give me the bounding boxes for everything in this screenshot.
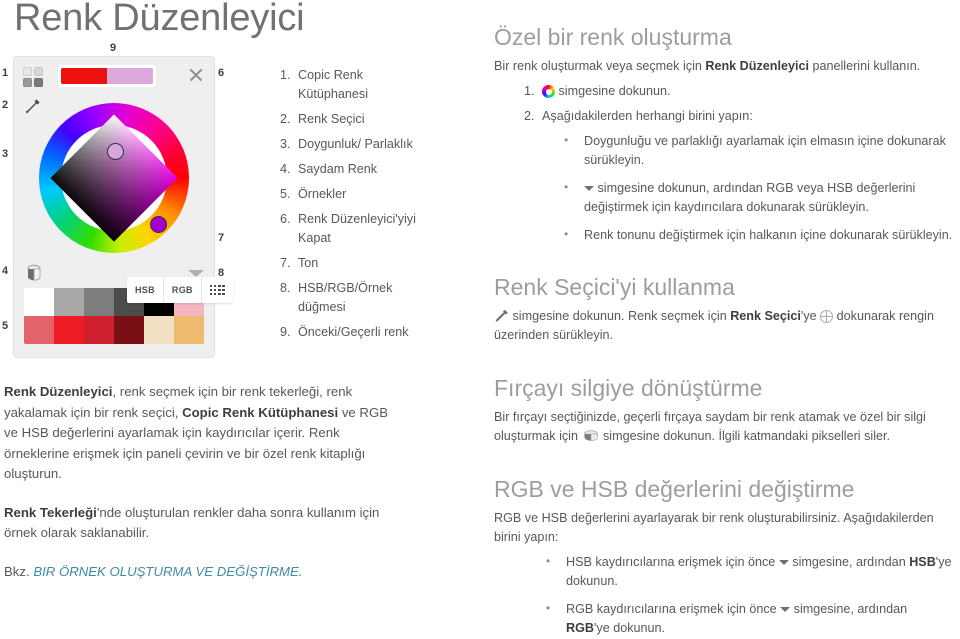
section4-intro: RGB ve HSB değerlerini ayarlayarak bir r…: [494, 511, 934, 544]
document-page: Renk Düzenleyici 1 2 3 4 5 6 7 8 9 HSB R…: [0, 0, 960, 639]
section-title-brush-to-eraser: Fırçayı silgiye dönüştürme: [494, 375, 763, 401]
step-1: simgesine dokunun.: [524, 82, 954, 101]
left-column: 1 2 3 4 5 6 7 8 9 HSB RGB Copic Renk Küt…: [0, 0, 470, 639]
eraser-icon: [582, 429, 600, 442]
swatch[interactable]: [54, 288, 84, 316]
rgb-button[interactable]: RGB: [162, 277, 201, 303]
legend-item-5: Örnekler: [280, 185, 347, 204]
step-2: Aşağıdakilerden herhangi birini yapın: D…: [524, 107, 954, 245]
option-hsb-sliders: HSB kaydırıcılarına erişmek için önce si…: [546, 552, 954, 591]
legend-item-9: Önceki/Geçerli renk: [280, 323, 409, 342]
rgb-hsb-options: HSB kaydırıcılarına erişmek için önce si…: [494, 552, 954, 639]
callout-2: 2: [2, 99, 9, 111]
legend-item-2: Renk Seçici: [280, 110, 365, 129]
option-hue-ring: Renk tonunu değiştirmek için halkanın iç…: [564, 225, 954, 245]
swatch[interactable]: [114, 316, 144, 344]
option-diamond-drag: Doygunluğu ve parlaklığı ayarlamak için …: [564, 131, 954, 170]
option-sliders: simgesine dokunun, ardından RGB veya HSB…: [564, 178, 954, 217]
hue-marker[interactable]: [150, 216, 167, 233]
section-title-rgb-hsb: RGB ve HSB değerlerini değiştirme: [494, 476, 855, 502]
legend-item-6: Renk Düzenleyici'yiyi Kapat: [280, 210, 416, 245]
transparent-color-icon[interactable]: [22, 262, 46, 286]
left-body-text: Renk Düzenleyici, renk seçmek için bir r…: [4, 382, 396, 600]
previous-color-swatch[interactable]: [61, 68, 107, 84]
panel-legend-list: Copic Renk Kütüphanesi Renk Seçici Doygu…: [250, 66, 430, 348]
cross-reference-link[interactable]: BIR ÖRNEK OLUŞTURMA VE DEĞİŞTİRME.: [33, 564, 302, 579]
step-2-options: Doygunluğu ve parlaklığı ayarlamak için …: [542, 131, 954, 245]
swatch-grid-icon: [209, 284, 225, 296]
hsb-rgb-swatch-toolbar[interactable]: HSB RGB: [127, 277, 233, 303]
right-column: Özel bir renk oluşturma Bir renk oluştur…: [494, 22, 954, 639]
chevron-down-icon: [780, 607, 791, 612]
section2-body: simgesine dokunun. Renk seçmek için Renk…: [494, 309, 934, 342]
legend-item-3: Doygunluk/ Parlaklık: [280, 135, 413, 154]
callout-7: 7: [218, 232, 225, 244]
legend-item-1: Copic Renk Kütüphanesi: [280, 66, 369, 101]
chevron-down-icon: [584, 186, 594, 191]
legend-item-7: Ton: [280, 254, 319, 273]
swatch[interactable]: [84, 316, 114, 344]
callout-9: 9: [110, 42, 117, 54]
swatch[interactable]: [24, 288, 54, 316]
chevron-down-icon: [778, 560, 789, 565]
left-paragraph-3: Bkz. BIR ÖRNEK OLUŞTURMA VE DEĞİŞTİRME.: [4, 563, 303, 579]
callout-5: 5: [2, 320, 9, 332]
left-paragraph-2: Renk Tekerleği'nde oluşturulan renkler d…: [4, 504, 380, 541]
swatch[interactable]: [84, 288, 114, 316]
callout-6: 6: [218, 67, 225, 79]
callout-3: 3: [2, 148, 9, 160]
current-color-swatch[interactable]: [107, 68, 153, 84]
saturation-brightness-marker[interactable]: [107, 143, 124, 160]
left-paragraph-1: Renk Düzenleyici, renk seçmek için bir r…: [4, 384, 389, 481]
eyedropper-icon: [494, 309, 509, 322]
chevron-down-icon[interactable]: [188, 270, 204, 277]
callout-4: 4: [2, 265, 9, 277]
swatch[interactable]: [144, 316, 174, 344]
crosshair-icon: [820, 310, 834, 323]
legend-item-4: Saydam Renk: [280, 160, 378, 179]
color-wheel-icon: [542, 85, 555, 98]
swatch-grid-button[interactable]: [200, 277, 233, 303]
color-editor-panel: HSB RGB: [14, 57, 233, 357]
option-rgb-sliders: RGB kaydırıcılarına erişmek için önce si…: [546, 599, 954, 638]
section-title-color-picker: Renk Seçici'yi kullanma: [494, 274, 735, 300]
create-color-steps: simgesine dokunun. Aşağıdakilerden herha…: [494, 82, 954, 245]
close-icon[interactable]: [188, 67, 204, 83]
color-wheel[interactable]: [39, 103, 189, 253]
copic-library-icon[interactable]: [23, 67, 43, 87]
swatch[interactable]: [24, 316, 54, 344]
section-title-create-custom-color: Özel bir renk oluşturma: [494, 24, 732, 50]
section1-intro: Bir renk oluşturmak veya seçmek için Ren…: [494, 59, 921, 73]
previous-current-color-bar[interactable]: [58, 65, 156, 87]
swatch[interactable]: [54, 316, 84, 344]
legend-item-8: HSB/RGB/Örnek düğmesi: [280, 279, 393, 314]
swatch[interactable]: [174, 316, 204, 344]
section3-body: Bir fırçayı seçtiğinizde, geçerli fırçay…: [494, 410, 926, 443]
hsb-button[interactable]: HSB: [127, 277, 163, 303]
callout-1: 1: [2, 67, 9, 79]
